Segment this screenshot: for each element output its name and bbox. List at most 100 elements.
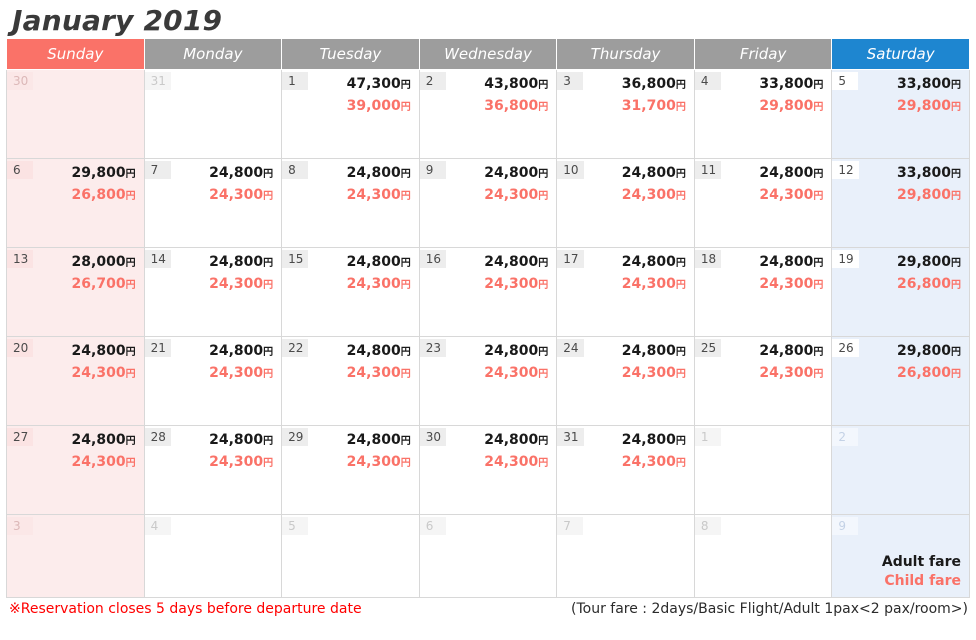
tour-fare-note: (Tour fare : 2days/Basic Flight/Adult 1p… — [571, 601, 968, 617]
day-number: 24 — [557, 339, 584, 357]
adult-fare-value: 24,800円 — [621, 165, 686, 181]
calendar-day-cell[interactable]: 14 24,800円 24,300円 — [143, 247, 283, 337]
calendar-day-cell[interactable]: 13 28,000円 26,700円 — [6, 247, 145, 337]
calendar-day-cell[interactable]: 27 24,800円 24,300円 — [6, 425, 145, 515]
yen-symbol: 円 — [813, 102, 824, 113]
child-fare-value: 24,300円 — [621, 187, 686, 203]
calendar-day-cell[interactable]: 1 47,300円 39,000円 — [281, 69, 420, 159]
day-number: 18 — [694, 250, 722, 268]
calendar-day-cell[interactable]: 15 24,800円 24,300円 — [281, 247, 420, 337]
calendar-day-cell[interactable]: 6 29,800円 26,800円 — [6, 158, 145, 248]
calendar-day-cell[interactable]: 25 24,800円 24,300円 — [693, 336, 833, 426]
calendar-day-cell[interactable]: 5 33,800円 29,800円 — [831, 69, 970, 159]
child-fare-value: 24,300円 — [759, 187, 824, 203]
yen-symbol: 円 — [951, 280, 961, 291]
calendar-day-cell[interactable]: 29 24,800円 24,300円 — [281, 425, 420, 515]
calendar-body: 30 3 1 1 47,300円 39,000円 2 43,800円 36,800円 3 36,80… — [6, 69, 970, 598]
yen-symbol: 円 — [538, 169, 549, 180]
fare-block: 29,800円 26,800円 — [72, 163, 136, 207]
fare-block: 24,800円 24,300円 — [347, 252, 411, 296]
day-number: 9 — [832, 517, 859, 535]
calendar-day-cell[interactable]: 18 24,800円 24,300円 — [693, 247, 833, 337]
calendar-day-cell[interactable]: 19 29,800円 26,800円 — [831, 247, 970, 337]
calendar-day-cell[interactable]: 17 24,800円 24,300円 — [556, 247, 695, 337]
adult-fare-value: 24,800円 — [346, 343, 411, 359]
calendar-day-cell[interactable]: 12 33,800円 29,800円 — [831, 158, 970, 248]
yen-symbol: 円 — [951, 80, 961, 91]
yen-symbol: 円 — [263, 258, 274, 269]
yen-symbol: 円 — [125, 347, 136, 358]
calendar-day-cell[interactable]: 16 24,800円 24,300円 — [418, 247, 558, 337]
calendar-day-cell[interactable]: 2 43,800円 36,800円 — [418, 69, 558, 159]
calendar-day-cell[interactable]: 23 24,800円 24,300円 — [418, 336, 558, 426]
yen-symbol: 円 — [125, 191, 136, 202]
day-number: 3 — [557, 72, 584, 90]
child-fare-value: 24,300円 — [484, 454, 549, 470]
calendar-header: Sunday Monday Tuesday Wednesday Thursday… — [6, 38, 970, 70]
calendar-day-cell[interactable]: 30 24,800円 24,300円 — [418, 425, 558, 515]
adult-fare-value: 24,800円 — [209, 254, 274, 270]
adult-fare-value: 33,800円 — [896, 165, 961, 181]
yen-symbol: 円 — [675, 191, 686, 202]
yen-symbol: 円 — [125, 258, 136, 269]
day-number: 13 — [7, 250, 34, 268]
yen-symbol: 円 — [400, 80, 411, 91]
fare-block: 36,800円 31,700円 — [622, 74, 686, 118]
fare-block: 33,800円 29,800円 — [897, 74, 961, 118]
calendar-day-cell[interactable]: 20 24,800円 24,300円 — [6, 336, 145, 426]
day-number: 6 — [7, 161, 33, 179]
yen-symbol: 円 — [538, 80, 549, 91]
day-number: 6 — [419, 517, 446, 535]
fare-legend: Adult fare Child fare — [882, 553, 961, 591]
calendar-day-cell[interactable]: 8 24,800円 24,300円 — [281, 158, 420, 248]
calendar-day-cell[interactable]: 31 24,800円 24,300円 — [556, 425, 695, 515]
adult-fare-value: 24,800円 — [71, 343, 136, 359]
child-fare-value: 24,300円 — [484, 365, 549, 381]
adult-fare-value: 43,800円 — [484, 76, 549, 92]
yen-symbol: 円 — [813, 280, 824, 291]
day-number: 30 — [7, 72, 34, 90]
adult-fare-value: 29,800円 — [896, 343, 961, 359]
day-number: 30 — [419, 428, 446, 446]
calendar-day-cell[interactable]: 22 24,800円 24,300円 — [281, 336, 420, 426]
calendar-day-cell[interactable]: 9 24,800円 24,300円 — [418, 158, 558, 248]
calendar-day-cell[interactable]: 10 24,800円 24,300円 — [556, 158, 695, 248]
adult-fare-value: 29,800円 — [71, 165, 136, 181]
day-number: 14 — [144, 250, 171, 268]
calendar-day-cell[interactable]: 4 33,800円 29,800円 — [693, 69, 833, 159]
yen-symbol: 円 — [263, 191, 274, 202]
yen-symbol: 円 — [538, 458, 549, 469]
calendar-day-cell[interactable]: 21 24,800円 24,300円 — [143, 336, 283, 426]
day-number: 4 — [694, 72, 721, 90]
yen-symbol: 円 — [951, 169, 961, 180]
calendar-day-cell[interactable]: 11 24,800円 24,300円 — [693, 158, 833, 248]
calendar-day-cell: 2 — [831, 425, 970, 515]
day-number: 21 — [144, 339, 171, 357]
yen-symbol: 円 — [400, 169, 411, 180]
calendar-day-cell[interactable]: 26 29,800円 26,800円 — [831, 336, 970, 426]
yen-symbol: 円 — [263, 347, 274, 358]
calendar-day-cell[interactable]: 24 24,800円 24,300円 — [556, 336, 695, 426]
child-fare-value: 26,800円 — [896, 276, 961, 292]
yen-symbol: 円 — [951, 369, 961, 380]
fare-block: 24,800円 24,300円 — [347, 341, 411, 385]
child-fare-value: 31,700円 — [621, 98, 686, 114]
legend-child-fare: Child fare — [884, 573, 961, 589]
fare-block: 24,800円 24,300円 — [209, 430, 273, 474]
calendar-day-cell[interactable]: 28 24,800円 24,300円 — [143, 425, 283, 515]
weekday-header-friday: Friday — [693, 38, 833, 70]
calendar-day-cell: 9 Adult fare Child fare — [831, 514, 970, 598]
yen-symbol: 円 — [125, 436, 136, 447]
adult-fare-value: 24,800円 — [759, 343, 824, 359]
calendar-day-cell[interactable]: 7 24,800円 24,300円 — [143, 158, 283, 248]
child-fare-value: 26,700円 — [71, 276, 136, 292]
yen-symbol: 円 — [813, 369, 824, 380]
weekday-header-wednesday: Wednesday — [418, 38, 558, 70]
child-fare-value: 24,300円 — [621, 276, 686, 292]
yen-symbol: 円 — [400, 280, 411, 291]
calendar-day-cell[interactable]: 3 36,800円 31,700円 — [556, 69, 695, 159]
adult-fare-value: 24,800円 — [346, 165, 411, 181]
day-number: 28 — [144, 428, 171, 446]
day-number: 1 — [282, 72, 309, 90]
weekday-header-monday: Monday — [143, 38, 283, 70]
